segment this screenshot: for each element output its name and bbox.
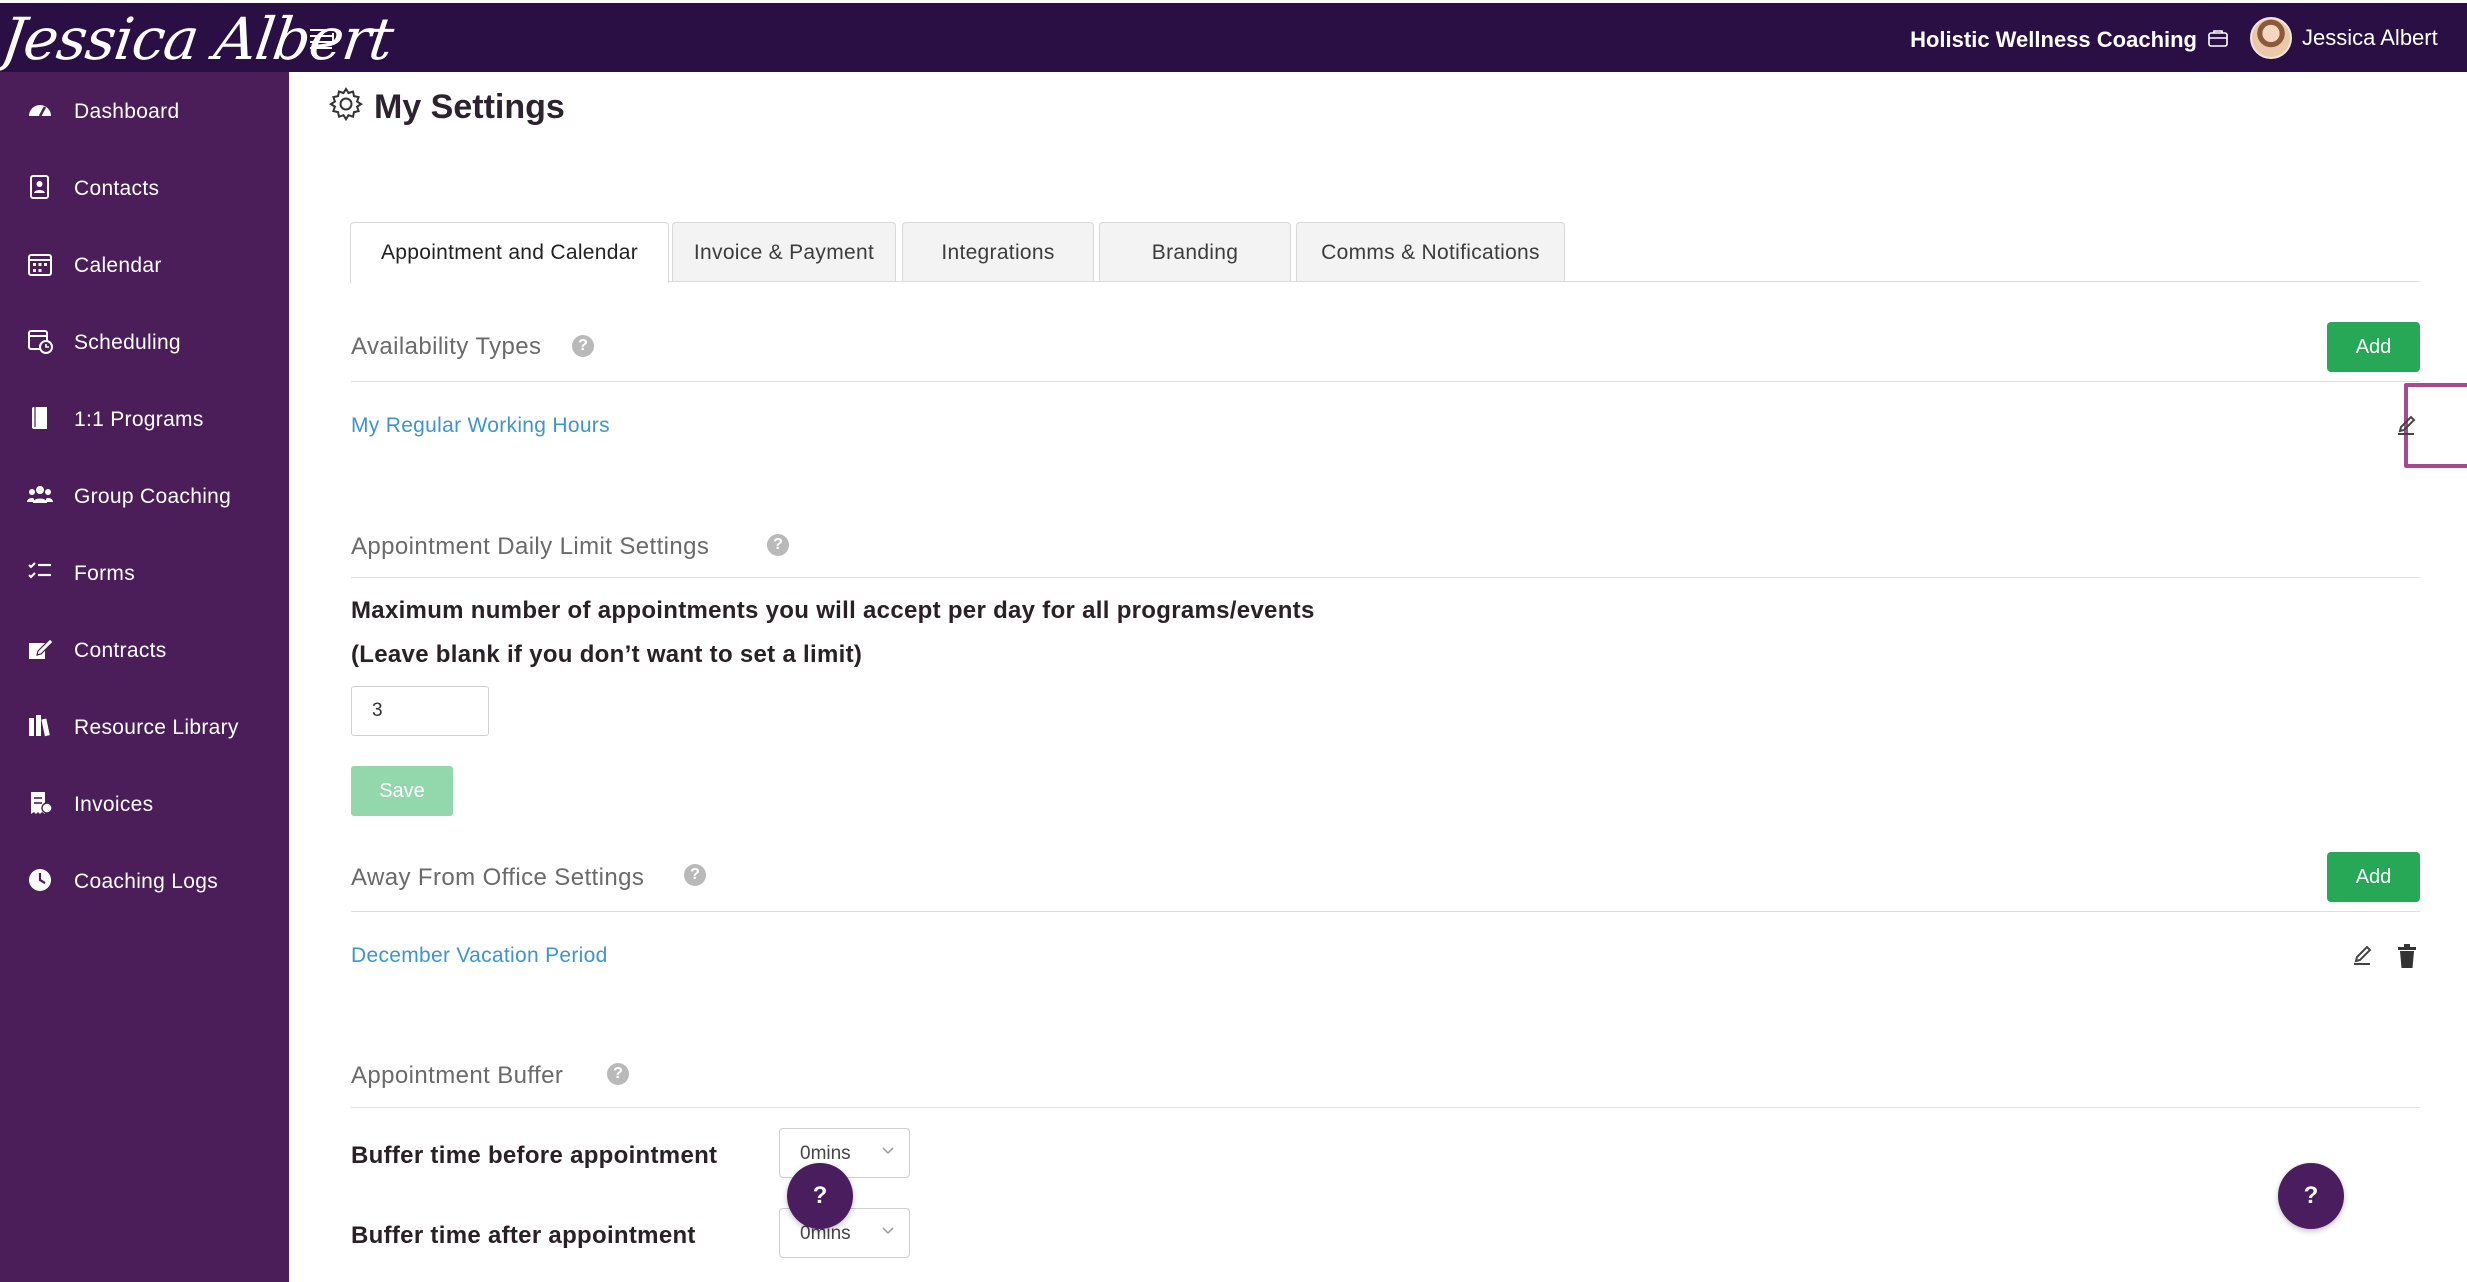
divider — [351, 381, 2420, 382]
sidebar-item-resource-library[interactable]: Resource Library — [0, 698, 289, 758]
contract-icon — [29, 638, 54, 659]
invoice-icon — [31, 792, 53, 814]
availability-types-title: Availability Types — [351, 333, 542, 360]
chevron-down-icon — [882, 1227, 894, 1235]
tab-appointment-calendar[interactable]: Appointment and Calendar — [350, 222, 669, 283]
briefcase-icon[interactable] — [2208, 29, 2228, 47]
daily-limit-title: Appointment Daily Limit Settings — [351, 533, 710, 560]
organization-name[interactable]: Holistic Wellness Coaching — [1910, 27, 2197, 53]
help-icon[interactable]: ? — [607, 1063, 629, 1085]
edit-icon[interactable] — [2350, 944, 2374, 968]
contacts-icon — [30, 175, 49, 199]
sidebar-item-coaching-logs[interactable]: Coaching Logs — [0, 852, 289, 912]
gear-icon — [329, 87, 363, 122]
scheduling-icon — [28, 330, 53, 354]
tab-comms-notifications[interactable]: Comms & Notifications — [1296, 222, 1565, 282]
save-button[interactable]: Save — [351, 766, 453, 816]
sidebar-item-forms[interactable]: Forms — [0, 544, 289, 604]
help-button[interactable]: ? — [2278, 1163, 2344, 1229]
divider — [351, 911, 2420, 912]
sidebar-item-label: 1:1 Programs — [74, 408, 204, 431]
divider — [351, 577, 2420, 578]
sidebar-item-contacts[interactable]: Contacts — [0, 159, 289, 219]
sidebar-item-label: Contacts — [74, 177, 160, 200]
sidebar-item-label: Invoices — [74, 793, 154, 816]
sidebar-item-label: Forms — [74, 562, 135, 585]
sidebar-item-label: Coaching Logs — [74, 870, 218, 893]
edit-icon[interactable] — [2394, 414, 2418, 438]
library-icon — [29, 715, 50, 737]
daily-limit-hint: (Leave blank if you don’t want to set a … — [351, 641, 863, 668]
group-icon — [27, 486, 53, 503]
top-bar: Jessica Albert Holistic Wellness Coachin… — [0, 0, 2467, 75]
sidebar-item-invoices[interactable]: Invoices — [0, 775, 289, 835]
forms-icon — [28, 562, 51, 579]
sidebar: Dashboard Contacts Calendar Scheduling 1… — [0, 72, 289, 1282]
add-availability-button[interactable]: Add — [2327, 322, 2420, 372]
sidebar-item-label: Calendar — [74, 254, 162, 277]
appointment-buffer-title: Appointment Buffer — [351, 1062, 564, 1089]
book-icon — [31, 407, 47, 429]
buffer-before-label: Buffer time before appointment — [351, 1142, 718, 1169]
user-name[interactable]: Jessica Albert — [2302, 25, 2438, 51]
help-icon[interactable]: ? — [767, 534, 789, 556]
buffer-after-label: Buffer time after appointment — [351, 1222, 696, 1249]
sidebar-item-label: Group Coaching — [74, 485, 232, 508]
dashboard-icon — [29, 105, 51, 117]
sidebar-item-group-coaching[interactable]: Group Coaching — [0, 467, 289, 527]
sidebar-item-label: Dashboard — [74, 100, 180, 123]
sidebar-item-programs[interactable]: 1:1 Programs — [0, 390, 289, 450]
divider — [351, 1107, 2420, 1108]
menu-toggle-icon[interactable] — [310, 27, 336, 51]
tab-invoice-payment[interactable]: Invoice & Payment — [672, 222, 896, 282]
select-value: 0mins — [800, 1143, 851, 1164]
daily-limit-description: Maximum number of appointments you will … — [351, 597, 1315, 624]
availability-item-link[interactable]: My Regular Working Hours — [351, 414, 610, 438]
daily-limit-input[interactable] — [351, 686, 489, 736]
tab-branding[interactable]: Branding — [1099, 222, 1291, 282]
logo[interactable]: Jessica Albert — [0, 3, 397, 75]
sidebar-item-contracts[interactable]: Contracts — [0, 621, 289, 681]
help-button[interactable]: ? — [787, 1163, 853, 1229]
sidebar-item-scheduling[interactable]: Scheduling — [0, 313, 289, 373]
tab-integrations[interactable]: Integrations — [902, 222, 1094, 282]
sidebar-item-label: Scheduling — [74, 331, 181, 354]
sidebar-item-label: Contracts — [74, 639, 167, 662]
calendar-icon — [28, 254, 52, 276]
avatar[interactable] — [2250, 17, 2292, 59]
away-item-link[interactable]: December Vacation Period — [351, 944, 608, 968]
help-icon[interactable]: ? — [684, 864, 706, 886]
sidebar-item-dashboard[interactable]: Dashboard — [0, 82, 289, 142]
help-icon[interactable]: ? — [572, 335, 594, 357]
clock-icon — [29, 869, 51, 891]
page-title: My Settings — [374, 88, 565, 126]
chevron-down-icon — [882, 1147, 894, 1155]
add-away-button[interactable]: Add — [2327, 852, 2420, 902]
trash-icon[interactable] — [2396, 943, 2418, 969]
sidebar-item-calendar[interactable]: Calendar — [0, 236, 289, 296]
sidebar-item-label: Resource Library — [74, 716, 239, 739]
away-from-office-title: Away From Office Settings — [351, 864, 645, 891]
